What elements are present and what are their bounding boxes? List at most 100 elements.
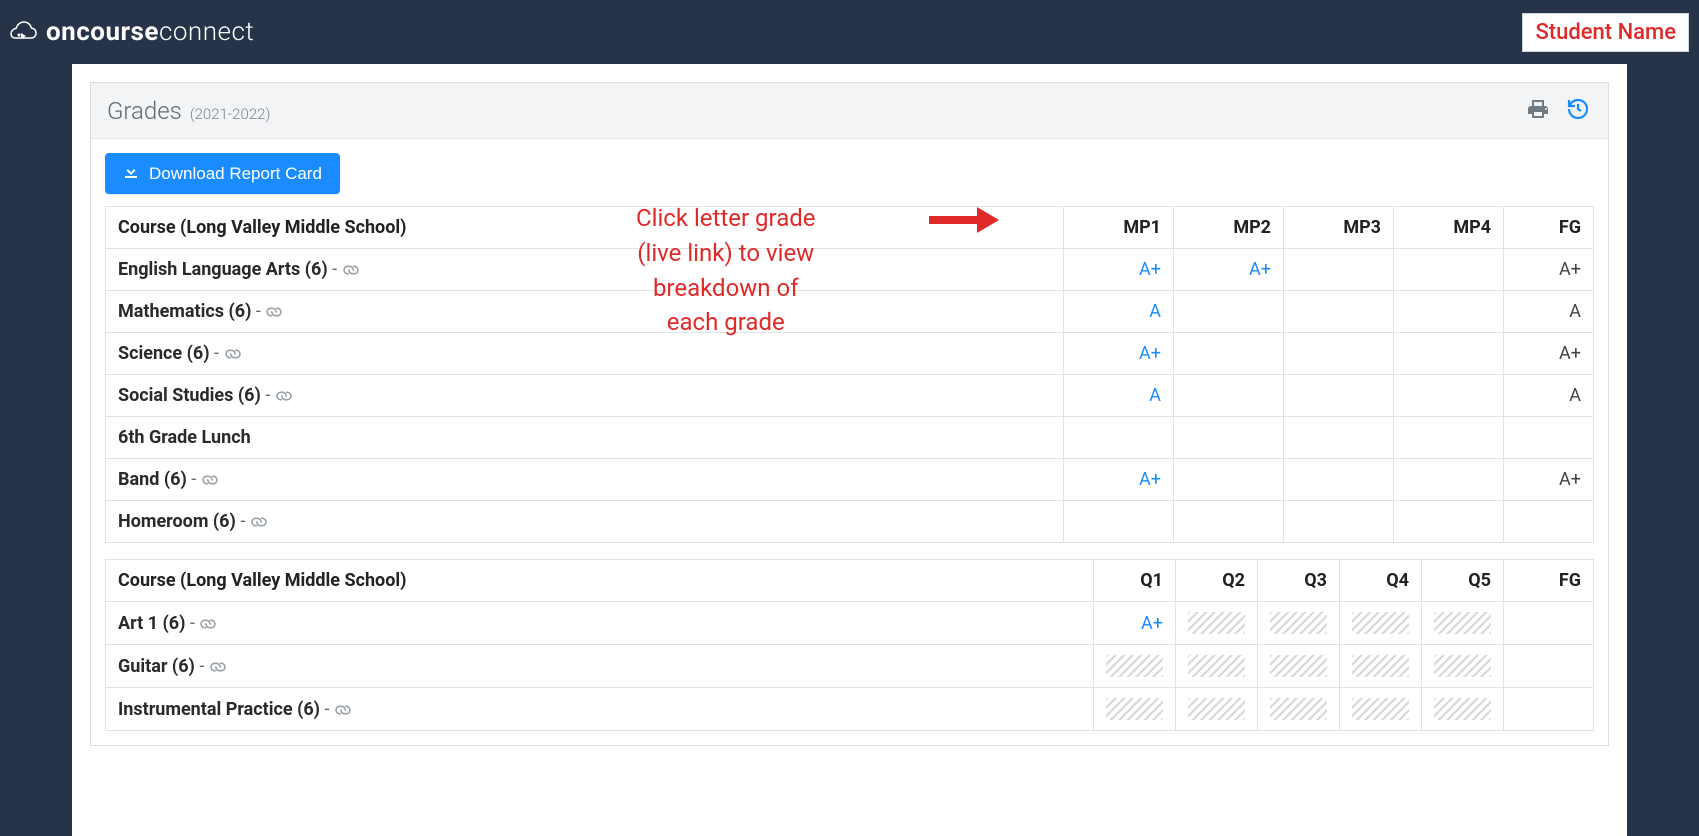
grade-cell-inactive [1340,602,1422,645]
term-header: Q5 [1422,560,1504,602]
grade-cell[interactable]: A+ [1064,249,1174,291]
title-year: (2021-2022) [190,105,271,123]
grade-cell [1174,333,1284,375]
panel-header: Grades (2021-2022) [91,83,1608,139]
grade-cell-inactive [1422,688,1504,731]
course-cell: Instrumental Practice (6) - [106,688,1094,731]
topbar: oncourseconnect Student Name [0,0,1699,64]
grade-cell-inactive [1176,688,1258,731]
table-row: Social Studies (6) - A A [106,375,1594,417]
grade-cell[interactable]: A+ [1094,602,1176,645]
course-cell: Mathematics (6) - [106,291,1064,333]
link-icon [220,342,245,367]
grades-table-q: Course (Long Valley Middle School)Q1Q2Q3… [105,559,1594,731]
table-row: Band (6) - A+ A+ [106,459,1594,501]
logo-cloud-icon [8,20,38,44]
grade-cell: A+ [1504,459,1594,501]
grade-cell[interactable]: A [1064,375,1174,417]
download-report-card-button[interactable]: Download Report Card [105,153,340,194]
term-header: Q2 [1176,560,1258,602]
grades-table-mp: Course (Long Valley Middle School)MP1MP2… [105,206,1594,543]
brand-text: oncourseconnect [46,17,254,47]
grade-cell [1284,501,1394,543]
grade-cell-inactive [1176,645,1258,688]
grade-cell [1284,459,1394,501]
grade-cell-inactive [1258,645,1340,688]
grade-cell [1394,375,1504,417]
grade-cell [1504,602,1594,645]
link-icon [338,258,363,283]
grade-cell: A [1504,375,1594,417]
grade-cell [1504,645,1594,688]
grade-cell [1284,333,1394,375]
grade-cell[interactable]: A+ [1174,249,1284,291]
table-row: English Language Arts (6) - A+A+A+ [106,249,1594,291]
grade-cell: A+ [1504,333,1594,375]
download-icon [123,163,139,184]
grade-cell [1174,417,1284,459]
grade-cell-inactive [1340,645,1422,688]
panel-body: Download Report Card Click letter grade … [91,139,1608,745]
grade-cell[interactable]: A+ [1064,333,1174,375]
download-button-label: Download Report Card [149,164,322,184]
grade-cell [1394,249,1504,291]
grade-cell [1064,417,1174,459]
student-name-badge: Student Name [1522,13,1689,52]
grade-cell [1284,375,1394,417]
link-icon [246,510,271,535]
table-row: Homeroom (6) - [106,501,1594,543]
grade-cell [1284,249,1394,291]
term-header: MP1 [1064,207,1174,249]
grade-cell [1394,333,1504,375]
table-row: Art 1 (6) - A+ [106,602,1594,645]
table-row: Instrumental Practice (6) - [106,688,1594,731]
grade-cell: A [1504,291,1594,333]
history-button[interactable] [1564,95,1592,126]
link-icon [197,468,222,493]
term-header: MP2 [1174,207,1284,249]
course-cell: English Language Arts (6) - [106,249,1064,291]
grade-cell [1504,501,1594,543]
term-header: MP3 [1284,207,1394,249]
term-header: FG [1504,207,1594,249]
grade-cell: A+ [1504,249,1594,291]
table-row: Guitar (6) - [106,645,1594,688]
grade-cell-inactive [1422,602,1504,645]
grade-cell [1504,688,1594,731]
grade-cell [1284,291,1394,333]
course-cell: Homeroom (6) - [106,501,1064,543]
grade-cell [1394,417,1504,459]
term-header: Q4 [1340,560,1422,602]
link-icon [196,611,221,636]
grade-cell [1394,291,1504,333]
annotation-arrow-icon [929,207,999,237]
grade-cell-inactive [1258,688,1340,731]
grade-cell [1394,501,1504,543]
course-cell: Social Studies (6) - [106,375,1064,417]
course-cell: Guitar (6) - [106,645,1094,688]
grade-cell [1174,291,1284,333]
title-text: Grades [107,97,182,125]
course-cell: Band (6) - [106,459,1064,501]
grade-cell [1174,501,1284,543]
grade-cell [1394,459,1504,501]
grade-cell [1504,417,1594,459]
grade-cell[interactable]: A [1064,291,1174,333]
print-button[interactable] [1524,95,1552,126]
grade-cell-inactive [1258,602,1340,645]
table-row: Science (6) - A+A+ [106,333,1594,375]
grade-cell [1174,459,1284,501]
grade-cell-inactive [1094,688,1176,731]
grade-cell-inactive [1340,688,1422,731]
grade-cell-inactive [1176,602,1258,645]
grade-cell[interactable]: A+ [1064,459,1174,501]
link-icon [205,654,230,679]
term-header: FG [1504,560,1594,602]
link-icon [330,697,355,722]
term-header: MP4 [1394,207,1504,249]
grade-cell [1064,501,1174,543]
table-row: 6th Grade Lunch [106,417,1594,459]
course-header: Course (Long Valley Middle School) [106,560,1094,602]
grade-cell-inactive [1422,645,1504,688]
grade-cell [1174,375,1284,417]
